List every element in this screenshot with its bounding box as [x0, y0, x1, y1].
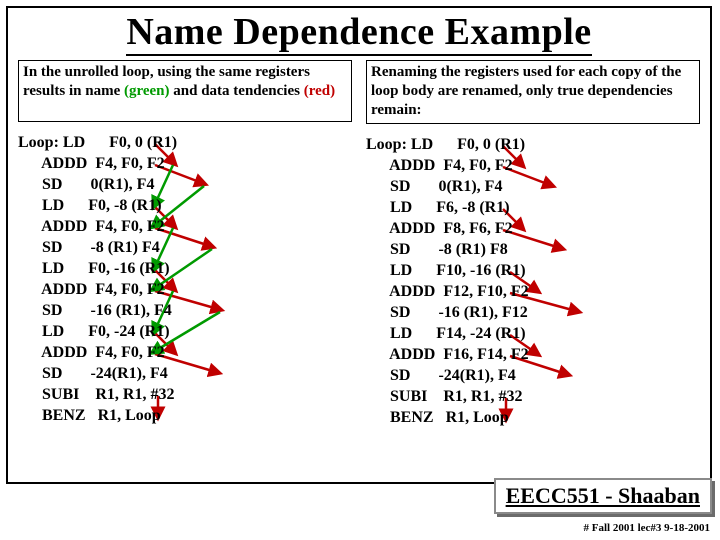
op: LD: [42, 323, 64, 340]
args: F12, F10, F2: [443, 283, 528, 300]
left-code-area: Loop: LD F0, 0 (R1) ADDD F4, F0, F2 SD 0…: [18, 132, 352, 426]
right-intro: Renaming the registers used for each cop…: [366, 60, 700, 124]
op: ADDD: [41, 281, 87, 298]
args: F4, F0, F2: [95, 281, 164, 298]
left-intro: In the unrolled loop, using the same reg…: [18, 60, 352, 122]
op: SD: [390, 304, 410, 321]
op: LD: [42, 260, 64, 277]
args: -16 (R1), F12: [438, 304, 527, 321]
op: ADDD: [389, 283, 435, 300]
op: ADDD: [389, 157, 435, 174]
op: LD: [390, 262, 412, 279]
args: F10, -16 (R1): [436, 262, 525, 279]
op: BENZ: [42, 407, 86, 424]
op: LD: [390, 199, 412, 216]
op: ADDD: [389, 220, 435, 237]
op: ADDD: [41, 344, 87, 361]
args: -16 (R1), F4: [90, 302, 171, 319]
op: ADDD: [41, 155, 87, 172]
args: R1, Loop: [98, 407, 161, 424]
op: BENZ: [390, 409, 434, 426]
args: F8, F6, F2: [443, 220, 512, 237]
args: F4, F0, F2: [95, 155, 164, 172]
left-intro-mid: and data tendencies: [170, 83, 304, 99]
args: F0, 0 (R1): [457, 136, 525, 153]
op: LD: [390, 325, 412, 342]
footer-text: EECC551 - Shaaban: [506, 483, 700, 508]
slide-frame: Name Dependence Example In the unrolled …: [6, 6, 712, 484]
op: ADDD: [41, 218, 87, 235]
right-code-area: Loop: LD F0, 0 (R1) ADDD F4, F0, F2 SD 0…: [366, 134, 700, 428]
args: -24(R1), F4: [90, 365, 167, 382]
tiny-footer: # Fall 2001 lec#3 9-18-2001: [584, 522, 710, 534]
left-code: Loop: LD F0, 0 (R1) ADDD F4, F0, F2 SD 0…: [18, 132, 352, 426]
args: R1, Loop: [446, 409, 509, 426]
args: 0(R1), F4: [438, 178, 502, 195]
op: SD: [42, 239, 62, 256]
loop-label: Loop:: [18, 134, 63, 151]
op: SD: [390, 178, 410, 195]
left-column: In the unrolled loop, using the same reg…: [18, 60, 352, 428]
args: F4, F0, F2: [95, 344, 164, 361]
args: -24(R1), F4: [438, 367, 515, 384]
args: F16, F14, F2: [443, 346, 528, 363]
args: F0, -8 (R1): [88, 197, 161, 214]
args: -8 (R1) F8: [438, 241, 507, 258]
left-intro-green: (green): [124, 83, 170, 99]
op: SD: [42, 176, 62, 193]
args: 0(R1), F4: [90, 176, 154, 193]
op: LD: [63, 134, 85, 151]
args: R1, R1, #32: [95, 386, 174, 403]
args: F4, F0, F2: [443, 157, 512, 174]
op: SUBI: [42, 386, 79, 403]
op: SD: [42, 302, 62, 319]
args: F0, 0 (R1): [109, 134, 177, 151]
right-code: Loop: LD F0, 0 (R1) ADDD F4, F0, F2 SD 0…: [366, 134, 700, 428]
right-column: Renaming the registers used for each cop…: [366, 60, 700, 428]
slide-title: Name Dependence Example: [8, 10, 710, 54]
columns: In the unrolled loop, using the same reg…: [8, 60, 710, 428]
op: LD: [42, 197, 64, 214]
args: F14, -24 (R1): [436, 325, 525, 342]
args: F0, -16 (R1): [88, 260, 169, 277]
left-intro-red: (red): [304, 83, 335, 99]
args: F6, -8 (R1): [436, 199, 509, 216]
op: SD: [390, 367, 410, 384]
op: ADDD: [389, 346, 435, 363]
op: SD: [42, 365, 62, 382]
op: SUBI: [390, 388, 427, 405]
args: R1, R1, #32: [443, 388, 522, 405]
args: F0, -24 (R1): [88, 323, 169, 340]
args: F4, F0, F2: [95, 218, 164, 235]
op: SD: [390, 241, 410, 258]
args: -8 (R1) F4: [90, 239, 159, 256]
footer-box: EECC551 - Shaaban: [494, 478, 712, 514]
op: LD: [411, 136, 433, 153]
loop-label: Loop:: [366, 136, 411, 153]
